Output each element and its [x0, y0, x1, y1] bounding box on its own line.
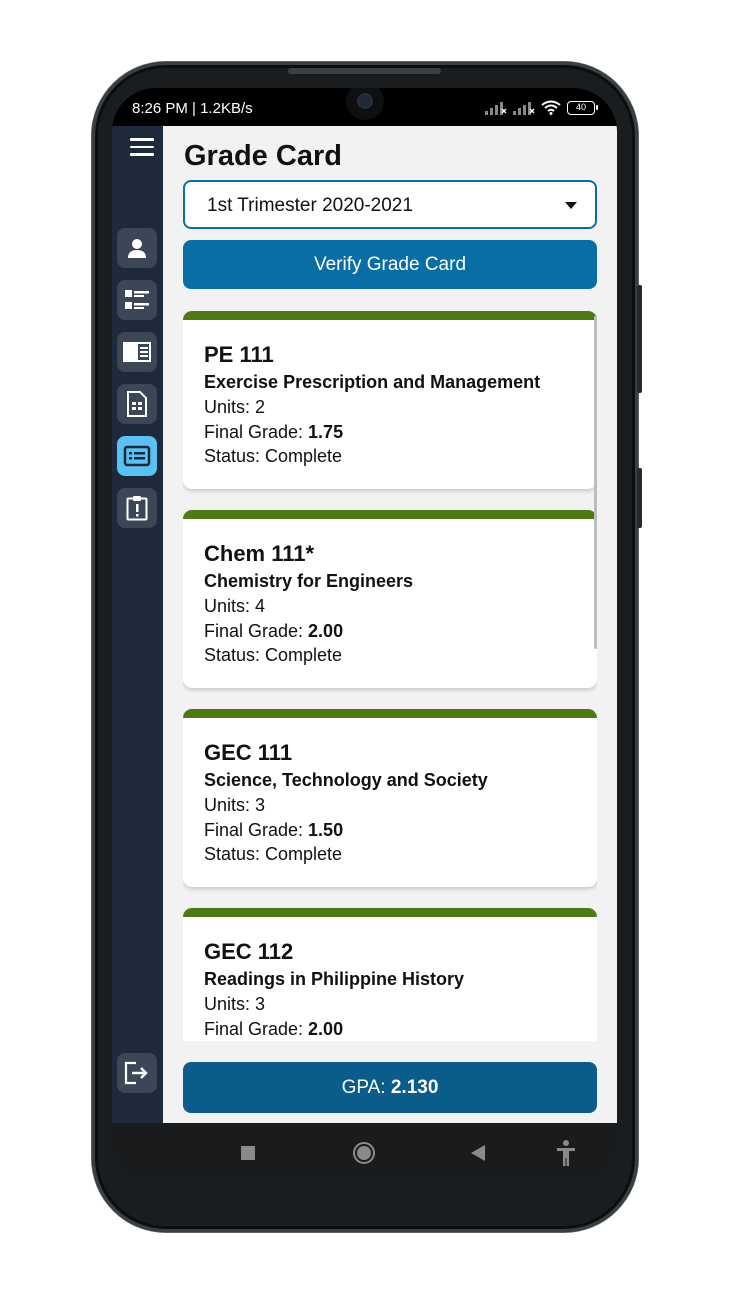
sidebar-item-documents[interactable]: [117, 384, 157, 424]
status-icons: 40: [485, 100, 598, 115]
course-status: Status: Complete: [204, 645, 343, 665]
clipboard-alert-icon: [126, 496, 148, 521]
wifi-icon: [541, 100, 561, 115]
course-units: Units: 2: [204, 397, 266, 417]
course-final-grade: Final Grade: 1.50: [204, 820, 344, 840]
logout-icon: [124, 1061, 148, 1085]
card-stripe: [183, 908, 597, 917]
back-triangle-icon[interactable]: [470, 1144, 486, 1162]
sidebar: [112, 126, 163, 1123]
accessibility-icon[interactable]: [555, 1139, 577, 1167]
course-name: Readings in Philippine History: [204, 969, 465, 989]
course-code: GEC 112: [204, 939, 294, 964]
list-icon: [125, 290, 149, 309]
front-camera: [346, 88, 384, 120]
course-name: Chemistry for Engineers: [204, 571, 414, 591]
course-status: Status: Complete: [204, 446, 343, 466]
signal-x-icon: [485, 101, 507, 115]
card-stripe: [183, 311, 597, 320]
sidebar-item-clipboard[interactable]: [117, 488, 157, 528]
course-units: Units: 3: [204, 994, 266, 1014]
term-select[interactable]: 1st Trimester 2020-2021: [183, 180, 597, 229]
course-code: Chem 111*: [204, 541, 315, 566]
sidebar-item-profile[interactable]: [117, 228, 157, 268]
logout-button[interactable]: [117, 1053, 157, 1093]
course-units: Units: 4: [204, 596, 266, 616]
course-code: PE 111: [204, 342, 274, 367]
chevron-down-icon: [565, 202, 577, 209]
status-bar: 8:26 PM | 1.2KB/s 40: [112, 88, 617, 126]
circle-home-icon[interactable]: [352, 1141, 376, 1165]
user-icon: [128, 239, 146, 258]
course-list: PE 111 Exercise Prescription and Managem…: [183, 311, 597, 1041]
course-final-grade: Final Grade: 1.75: [204, 422, 344, 442]
card-stripe: [183, 709, 597, 718]
gpa-value: 2.130: [390, 1077, 439, 1098]
hamburger-menu-icon[interactable]: [130, 138, 154, 156]
course-card[interactable]: Chem 111* Chemistry for Engineers Units:…: [183, 510, 597, 688]
course-status: Status: Complete: [204, 844, 343, 864]
status-time: 8:26 PM | 1.2KB/s: [132, 100, 253, 117]
course-card[interactable]: PE 111 Exercise Prescription and Managem…: [183, 311, 597, 489]
page-title: Grade Card: [184, 140, 342, 172]
sidebar-item-grade-card[interactable]: [117, 436, 157, 476]
square-icon[interactable]: [240, 1145, 256, 1161]
verify-grade-card-button[interactable]: Verify Grade Card: [183, 240, 597, 289]
sidebar-item-panel[interactable]: [117, 332, 157, 372]
sidebar-item-list[interactable]: [117, 280, 157, 320]
volume-button: [637, 468, 642, 528]
power-button: [637, 285, 642, 393]
earpiece-speaker: [288, 68, 441, 74]
scrollbar[interactable]: [594, 316, 597, 649]
course-name: Science, Technology and Society: [204, 770, 488, 790]
signal-x-icon: [513, 101, 535, 115]
system-nav-bar: [112, 1123, 617, 1181]
panel-icon: [123, 342, 151, 362]
document-icon: [127, 391, 147, 417]
phone-screen: 8:26 PM | 1.2KB/s 40 Grade Card 1st Trim…: [112, 88, 617, 1181]
course-units: Units: 3: [204, 795, 266, 815]
course-name: Exercise Prescription and Management: [204, 372, 541, 392]
course-code: GEC 111: [204, 740, 293, 765]
battery-icon: 40: [567, 100, 598, 115]
course-card[interactable]: GEC 112 Readings in Philippine History U…: [183, 908, 597, 1041]
course-final-grade: Final Grade: 2.00: [204, 621, 344, 641]
course-final-grade: Final Grade: 2.00: [204, 1019, 344, 1039]
card-stripe: [183, 510, 597, 519]
term-select-value: 1st Trimester 2020-2021: [207, 195, 413, 216]
course-card[interactable]: GEC 111 Science, Technology and Society …: [183, 709, 597, 887]
main-content: Grade Card 1st Trimester 2020-2021 Verif…: [163, 126, 617, 1123]
gpa-label: GPA:: [341, 1077, 391, 1098]
gpa-bar: GPA: 2.130: [183, 1062, 597, 1113]
grade-card-icon: [123, 445, 151, 467]
